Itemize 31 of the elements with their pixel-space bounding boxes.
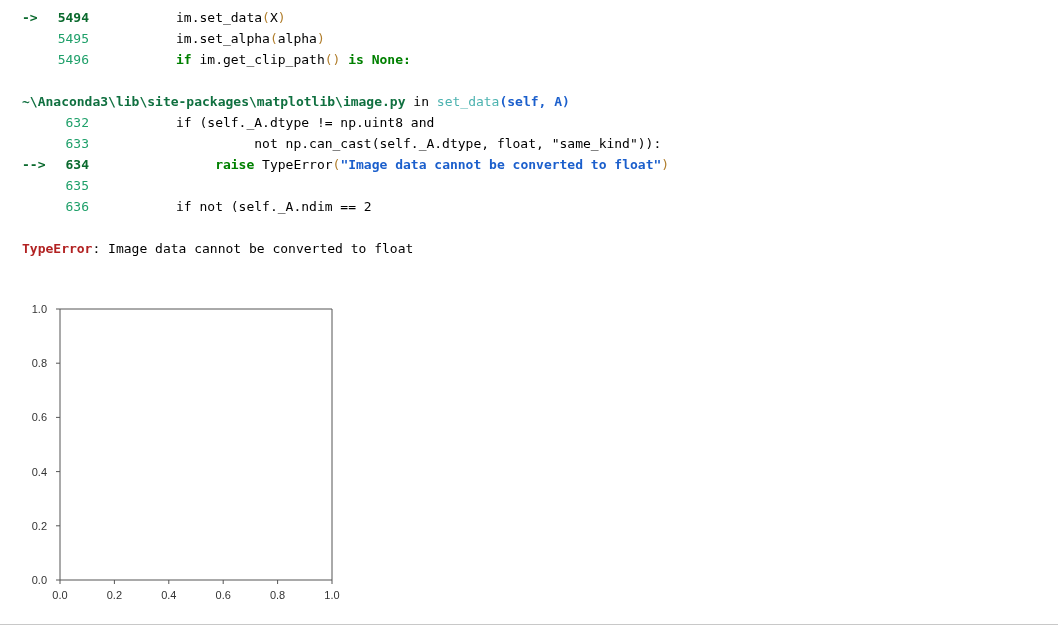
code-line: if (self._A.dtype != np.uint8 and: [176, 114, 435, 132]
line-number: 636: [64, 198, 89, 216]
line-number: 634: [64, 156, 89, 174]
tick-label: 0.4: [31, 465, 47, 478]
tick-label: 1.0: [31, 303, 47, 315]
tick-label: 0.2: [31, 519, 47, 532]
code-line: im.set_alpha(alpha): [176, 30, 325, 48]
tick-label: 0.8: [31, 357, 47, 370]
error-message: TypeError: Image data cannot be converted to float: [22, 241, 414, 256]
tick-label: 0.4: [161, 589, 177, 601]
tick-label: 0.8: [269, 589, 286, 601]
code-line: if im.get_clip_path() is None:: [176, 51, 411, 69]
current-line-arrow: ->: [22, 9, 39, 27]
tick-label: 0.0: [31, 574, 47, 586]
line-number: 633: [64, 135, 89, 153]
line-number: 5495: [56, 30, 89, 48]
line-number: 635: [64, 177, 89, 195]
code-line: raise TypeError("Image data cannot be converted to float"): [214, 156, 670, 174]
traceback-frame-header: ~\Anaconda3\lib\site-packages\matplotlib\image.py in set_data(self, A): [22, 94, 570, 109]
tick-label: 0.6: [31, 411, 47, 424]
line-number: 5494: [56, 9, 89, 27]
code-line: not np.can_cast(self._A.dtype, float, "same_kind")):: [253, 135, 662, 153]
line-number: 5496: [56, 51, 89, 69]
code-line: if not (self._A.ndim == 2: [176, 198, 372, 216]
tick-label: 0.6: [215, 589, 231, 601]
tick-label: 0.0: [52, 589, 68, 601]
tick-label: 0.2: [106, 589, 123, 601]
code-line: im.set_data(X): [176, 9, 286, 27]
tick-label: 1.0: [324, 589, 340, 601]
line-number: 632: [64, 114, 89, 132]
current-line-arrow: -->: [22, 156, 47, 174]
